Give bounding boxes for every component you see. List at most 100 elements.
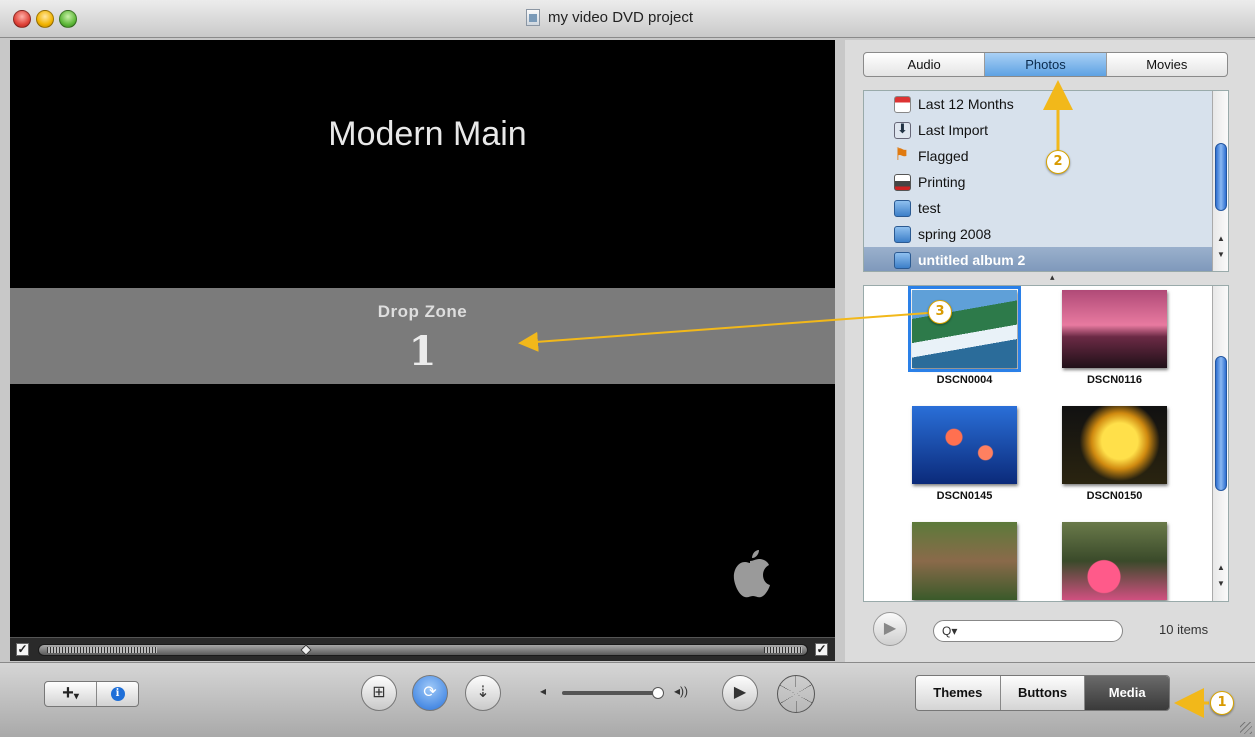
close-button[interactable]: [13, 10, 31, 28]
source-item-label: Last 12 Months: [918, 96, 1014, 112]
volume-knob[interactable]: [652, 687, 664, 699]
photo-thumbnail[interactable]: [1062, 522, 1167, 600]
volume-high-icon: ◂)): [674, 684, 689, 698]
source-item-label: test: [918, 200, 941, 216]
source-item-printing[interactable]: Printing: [864, 169, 1214, 195]
album-icon: [894, 251, 911, 269]
tab-audio[interactable]: Audio: [864, 53, 986, 76]
tab-themes[interactable]: Themes: [916, 676, 1001, 710]
source-item-last-import[interactable]: Last Import: [864, 117, 1214, 143]
photo-grid: DSCN0004 DSCN0116 DSCN0145 DSCN0150 ▲ ▼: [863, 285, 1229, 602]
source-item-label: Flagged: [918, 148, 969, 164]
annotation-badge-2: 2: [1046, 150, 1070, 174]
bottom-toolbar: +▾ i ⊞ ⟳ ⇣ ◂ ◂)) ▶ Themes Buttons Media: [0, 662, 1255, 737]
play-icon: ▶: [883, 620, 897, 637]
scroll-down-arrow-icon[interactable]: ▼: [1214, 578, 1228, 590]
scroll-up-arrow-icon[interactable]: ▲: [1214, 233, 1228, 245]
apple-logo-icon: [733, 550, 770, 598]
drop-zone-number: 1: [408, 328, 437, 375]
window-title: my video DVD project: [548, 9, 694, 26]
autoplay-button[interactable]: ⇣: [465, 675, 501, 711]
calendar-icon: [894, 95, 911, 113]
play-icon: ▶: [733, 684, 747, 701]
window-title-group: my video DVD project: [526, 9, 693, 26]
scrollbar-thumb[interactable]: [1215, 356, 1227, 491]
volume-track[interactable]: [562, 691, 662, 695]
tab-media[interactable]: Media: [1085, 676, 1169, 710]
playhead-handle[interactable]: [300, 644, 312, 656]
printer-icon: [894, 173, 911, 191]
menu-preview[interactable]: Modern Main Drop Zone 1: [10, 40, 835, 637]
source-item-spring-2008[interactable]: spring 2008: [864, 221, 1214, 247]
photo-caption: DSCN0116: [1086, 374, 1143, 386]
photo-thumbnail[interactable]: [912, 406, 1017, 484]
loop-button[interactable]: ⟳: [412, 675, 448, 711]
photo-item[interactable]: [1062, 522, 1167, 600]
scrollbar-thumb[interactable]: [1215, 143, 1227, 211]
tab-photos[interactable]: Photos: [985, 53, 1107, 76]
source-item-label: spring 2008: [918, 226, 992, 242]
loop-start-ticks: [47, 647, 157, 653]
info-button[interactable]: i: [97, 682, 138, 706]
burn-button[interactable]: [777, 675, 815, 713]
editor-mode-tabs: Themes Buttons Media: [915, 675, 1170, 711]
source-item-untitled-album-2[interactable]: untitled album 2: [864, 247, 1214, 271]
photo-item[interactable]: DSCN0004: [908, 286, 1021, 386]
photo-item[interactable]: [912, 522, 1017, 600]
end-checkbox[interactable]: ✓: [815, 643, 828, 656]
photo-thumbnail[interactable]: [1062, 290, 1167, 368]
photo-source-list: Last 12 Months Last Import Flagged Print…: [863, 90, 1229, 272]
add-menu-button[interactable]: +▾: [45, 682, 97, 706]
info-icon: i: [110, 687, 125, 701]
photo-item[interactable]: DSCN0145: [912, 406, 1017, 502]
photo-caption: DSCN0145: [936, 490, 993, 502]
source-item-last-12-months[interactable]: Last 12 Months: [864, 91, 1214, 117]
annotation-badge-3: 3: [928, 300, 952, 324]
annotation-badge-1: 1: [1210, 691, 1234, 715]
title-bar: my video DVD project: [0, 0, 1255, 38]
item-count: 10 items: [1159, 622, 1209, 637]
album-icon: [894, 199, 911, 217]
photo-caption: DSCN0004: [936, 374, 993, 386]
scrub-track[interactable]: [38, 644, 808, 656]
media-type-tabs: Audio Photos Movies: [863, 52, 1228, 77]
import-icon: [894, 121, 911, 139]
source-item-label: Last Import: [918, 122, 989, 138]
source-list-scrollbar[interactable]: ▲ ▼: [1212, 91, 1228, 271]
photo-item[interactable]: DSCN0116: [1062, 290, 1167, 386]
photo-thumbnail[interactable]: [1062, 406, 1167, 484]
drop-zone-label: Drop Zone: [377, 302, 468, 321]
search-input[interactable]: Q▾: [933, 620, 1123, 642]
photo-thumbnail[interactable]: [908, 286, 1021, 372]
scroll-down-arrow-icon[interactable]: ▼: [1214, 249, 1228, 261]
play-preview-button[interactable]: ▶: [873, 612, 907, 646]
volume-low-icon: ◂: [540, 684, 547, 698]
tab-buttons[interactable]: Buttons: [1001, 676, 1086, 710]
split-handle-icon[interactable]: ▴: [1050, 272, 1055, 283]
photo-thumbnail[interactable]: [912, 522, 1017, 600]
album-icon: [894, 225, 911, 243]
media-browser: Audio Photos Movies Last 12 Months Last …: [845, 40, 1255, 662]
photo-caption: DSCN0150: [1086, 490, 1143, 502]
play-button[interactable]: ▶: [722, 675, 758, 711]
photo-grid-scrollbar[interactable]: ▲ ▼: [1212, 286, 1228, 601]
resize-grip-icon[interactable]: [1240, 722, 1252, 734]
loop-end-ticks: [764, 647, 802, 653]
map-hierarchy-icon: ⊞: [372, 684, 386, 701]
flag-icon: [894, 145, 911, 165]
zoom-button[interactable]: [59, 10, 77, 28]
map-button[interactable]: ⊞: [361, 675, 397, 711]
source-item-test[interactable]: test: [864, 195, 1214, 221]
source-item-flagged[interactable]: Flagged: [864, 143, 1214, 169]
start-checkbox[interactable]: ✓: [16, 643, 29, 656]
autoplay-icon: ⇣: [476, 684, 490, 701]
loop-icon: ⟳: [423, 684, 437, 701]
drop-zone[interactable]: Drop Zone 1: [10, 288, 835, 384]
photo-item[interactable]: DSCN0150: [1062, 406, 1167, 502]
timeline-scrubber: ✓ ✓: [10, 637, 835, 661]
menu-title[interactable]: Modern Main: [10, 115, 835, 154]
minimize-button[interactable]: [36, 10, 54, 28]
scroll-up-arrow-icon[interactable]: ▲: [1214, 562, 1228, 574]
volume-slider[interactable]: ◂ ◂)): [540, 684, 700, 700]
tab-movies[interactable]: Movies: [1107, 53, 1227, 76]
